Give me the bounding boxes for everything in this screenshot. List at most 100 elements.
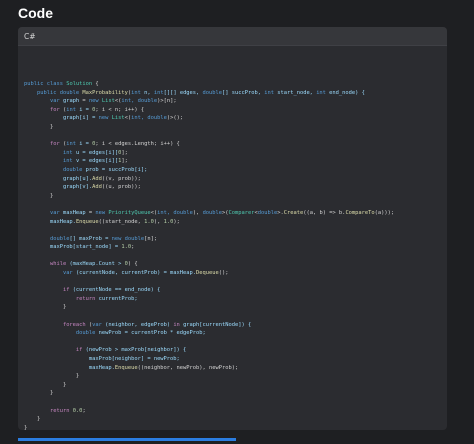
code-token: maxHeap xyxy=(62,209,86,216)
code-token: 1.0 xyxy=(121,244,132,251)
code-token: (currentNode, currentProb) = maxHeap. xyxy=(75,270,197,277)
code-token: } xyxy=(24,424,28,430)
code-token: currentProb; xyxy=(98,295,138,302)
code-token: [][] edges, xyxy=(163,89,203,96)
code-token: } xyxy=(24,373,80,380)
code-token: ), xyxy=(153,218,164,225)
code-line: maxProb[start_node] = 1.0; xyxy=(24,243,447,252)
code-line: var maxHeap = new PriorityQueue<(int, do… xyxy=(24,209,447,218)
code-token: ), xyxy=(192,209,203,216)
code-token: ((neighbor, newProb), newProb); xyxy=(137,364,239,371)
code-line: int u = edges[i][0]; xyxy=(24,149,447,158)
code-token: double xyxy=(24,235,70,242)
code-token: ]; xyxy=(121,149,128,156)
code-line: ​ xyxy=(24,252,447,261)
code-line: public double MaxProbability(int n, int[… xyxy=(24,89,447,98)
code-token: return xyxy=(24,407,73,414)
code-line: if (currentNode == end_node) { xyxy=(24,286,447,295)
code-line: ​ xyxy=(24,226,447,235)
code-token: double xyxy=(257,209,278,216)
code-token: ; xyxy=(82,407,86,414)
code-token: while xyxy=(24,261,70,268)
code-token: var xyxy=(92,321,106,328)
code-token: Solution xyxy=(66,81,93,87)
code-line: foreach (var (neighbor, edgeProb) in gra… xyxy=(24,321,447,330)
code-token: double xyxy=(24,166,86,173)
code-token: var xyxy=(24,98,63,105)
code-content[interactable]: public class Solution { public double Ma… xyxy=(18,46,447,430)
code-token: double xyxy=(24,330,99,337)
code-token: )>[n]; xyxy=(157,98,177,105)
language-label: C# xyxy=(24,31,36,41)
code-token: ]; xyxy=(121,158,128,165)
code-token: var xyxy=(24,209,63,216)
code-token: { xyxy=(92,81,99,87)
code-token: int, double xyxy=(121,98,158,105)
code-line: ​ xyxy=(24,338,447,347)
code-block-header: C# xyxy=(18,27,447,46)
code-token: Comparer xyxy=(228,209,255,216)
code-line: double prob = succProb[i]; xyxy=(24,166,447,175)
code-token: graph[i] = xyxy=(24,115,99,122)
code-token: 0.0 xyxy=(72,407,83,414)
code-token: u = edges[i][ xyxy=(75,149,119,156)
code-line: ​ xyxy=(24,398,447,407)
code-token: prob = succProb[i]; xyxy=(85,166,148,173)
horizontal-scrollbar[interactable] xyxy=(18,438,236,441)
code-token: graph[currentNode]) { xyxy=(183,321,252,328)
code-token: maxProb[start_node] = xyxy=(24,244,122,251)
code-token: 1.0 xyxy=(163,218,174,225)
code-token: )>(); xyxy=(166,115,184,122)
code-token: ); xyxy=(173,218,180,225)
code-token: List xyxy=(101,98,115,105)
code-token: foreach xyxy=(24,321,89,328)
code-token: } xyxy=(24,381,67,388)
code-token: MaxProbability xyxy=(82,89,128,96)
page-title: Code xyxy=(18,5,53,21)
code-line: graph[v].Add((u, prob)); xyxy=(24,183,447,192)
code-line: if (newProb > maxProb[neighbor]) { xyxy=(24,346,447,355)
code-token: for xyxy=(24,106,63,113)
code-token: public double xyxy=(24,89,83,96)
code-token: double xyxy=(202,209,223,216)
code-token: ((v, prob)); xyxy=(101,175,141,182)
code-token: end_node) { xyxy=(325,89,365,96)
code-token: new xyxy=(88,98,102,105)
code-block[interactable]: C# public class Solution { public double… xyxy=(18,27,447,430)
code-line: int v = edges[i][1]; xyxy=(24,157,447,166)
code-token: List xyxy=(111,115,125,122)
code-token: [n]; xyxy=(144,235,158,242)
code-token: Add xyxy=(92,175,102,182)
code-token: return xyxy=(24,295,99,302)
code-token: } xyxy=(24,304,67,311)
code-token: Add xyxy=(92,184,102,191)
code-line: ​ xyxy=(24,132,447,141)
code-line: for (int i = 0; i < edges.Length; i++) { xyxy=(24,140,447,149)
code-token: } xyxy=(24,192,54,199)
code-token: [] succProb, xyxy=(222,89,265,96)
code-line: maxHeap.Enqueue((start_node, 1.0), 1.0); xyxy=(24,218,447,227)
code-token: (neighbor, edgeProb) xyxy=(105,321,174,328)
code-token: ((a, b) => b. xyxy=(303,209,346,216)
code-line: ​ xyxy=(24,278,447,287)
code-line: double newProb = currentProb * edgeProb; xyxy=(24,329,447,338)
code-token: double xyxy=(124,235,145,242)
code-token: int xyxy=(66,106,80,113)
code-line: while (maxHeap.Count > 0) { xyxy=(24,260,447,269)
code-token: maxHeap. xyxy=(24,218,76,225)
code-token: ; i < n; i++) { xyxy=(95,106,145,113)
code-token: CompareTo xyxy=(345,209,375,216)
code-token: double xyxy=(202,89,223,96)
code-token: (a))); xyxy=(374,209,395,216)
code-token: i = xyxy=(79,106,93,113)
code-token: } xyxy=(24,416,41,423)
code-token: (currentNode == end_node) { xyxy=(72,287,161,294)
code-token: var xyxy=(24,270,76,277)
code-token: ((u, prob)); xyxy=(101,184,141,191)
code-line: graph[i] = new List<(int, double)>(); xyxy=(24,114,447,123)
code-token: (newProb > maxProb[neighbor]) { xyxy=(85,347,187,354)
code-token: (maxHeap.Count > xyxy=(69,261,125,268)
code-token: (); xyxy=(218,270,229,277)
code-token: } xyxy=(24,390,54,397)
code-token: Enqueue xyxy=(114,364,138,371)
